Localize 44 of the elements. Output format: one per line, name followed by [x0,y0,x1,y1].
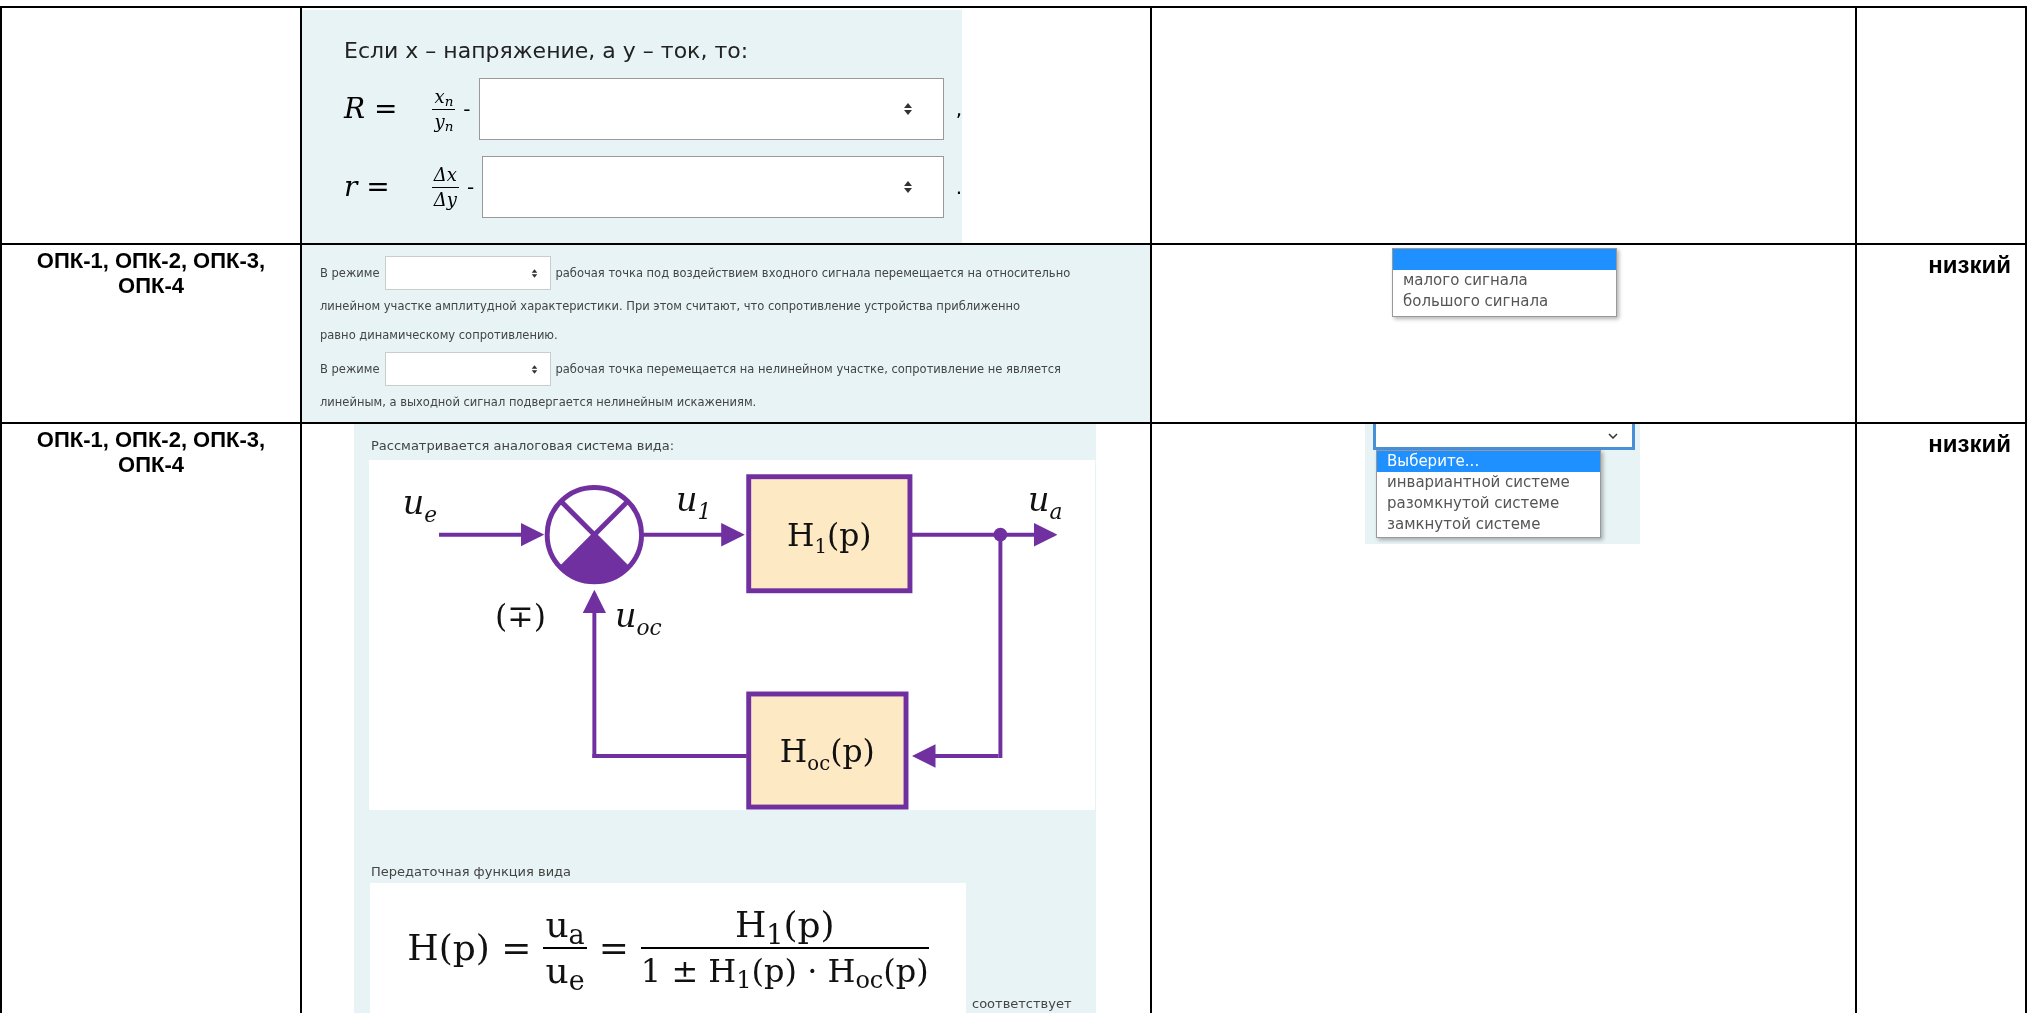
question-text: Передаточная функция вида [370,862,573,881]
difficulty-level: низкий [1928,251,2011,278]
question-text: линейном участке амплитудной характеристики. При этом считают, что сопротивление устройства приближенно равно динамическому сопротивлению. [320,298,1022,344]
answer-select[interactable] [1373,424,1635,450]
difficulty-level: низкий [1928,430,2011,457]
question-text: рабочая точка перемещается на нелинейном участке, сопротивление не является [555,360,1061,378]
question-text: рабочая точка под воздействием входного сигнала перемещается на относительно [555,264,1071,282]
answer-select[interactable] [482,156,944,218]
formula-lhs: R = [344,91,399,127]
dropdown-option[interactable]: малого сигнала [1393,270,1616,291]
dash: - [463,96,471,123]
question-text: Если x – напряжение, а y – ток, то: [344,37,750,64]
fraction: x$_{п}$ y$_{п}$ [432,84,456,134]
question-text: В режиме [320,264,380,282]
signal-label: u$_{1}$ [675,479,712,524]
question-text: соответствует [971,994,1072,1013]
fraction: Δx Δy [431,162,459,212]
signal-label: u$_{e}$ [402,482,437,527]
formula-lhs: r = [344,169,391,205]
transfer-block: H$_{1}$(p) [746,473,913,593]
signal-label: u$_{oc}$ [615,595,662,640]
answer-select[interactable] [478,78,944,140]
question-text: линейным, а выходной сигнал подвергается нелинейным искажениям. [320,394,758,411]
question-text: Рассматривается аналоговая система вида: [370,437,676,455]
sort-icon [902,102,913,116]
sort-icon [902,180,913,194]
question-text: В режиме [320,360,380,378]
punctuation: . [954,174,962,201]
dropdown-option[interactable]: замкнутой системе [1377,514,1600,535]
answer-select[interactable] [384,256,551,290]
dropdown-option[interactable]: инвариантной системе [1377,472,1600,493]
signal-label: u$_{a}$ [1027,479,1063,524]
chevron-down-icon [1608,432,1618,439]
dash: - [466,174,475,201]
punctuation: , [954,96,962,123]
sort-icon [530,363,538,375]
competence-code: ОПК-1, ОПК-2, ОПК-3, ОПК-4 [36,427,266,477]
dropdown-option[interactable]: разомкнутой системе [1377,493,1600,514]
dropdown-option[interactable]: большого сигнала [1393,291,1616,312]
answer-select[interactable] [384,352,551,386]
competence-code: ОПК-1, ОПК-2, ОПК-3, ОПК-4 [36,248,266,298]
transfer-block: H$_{oc}$(p) [746,691,909,809]
sign-label: (∓) [495,597,546,634]
sort-icon [530,267,538,279]
